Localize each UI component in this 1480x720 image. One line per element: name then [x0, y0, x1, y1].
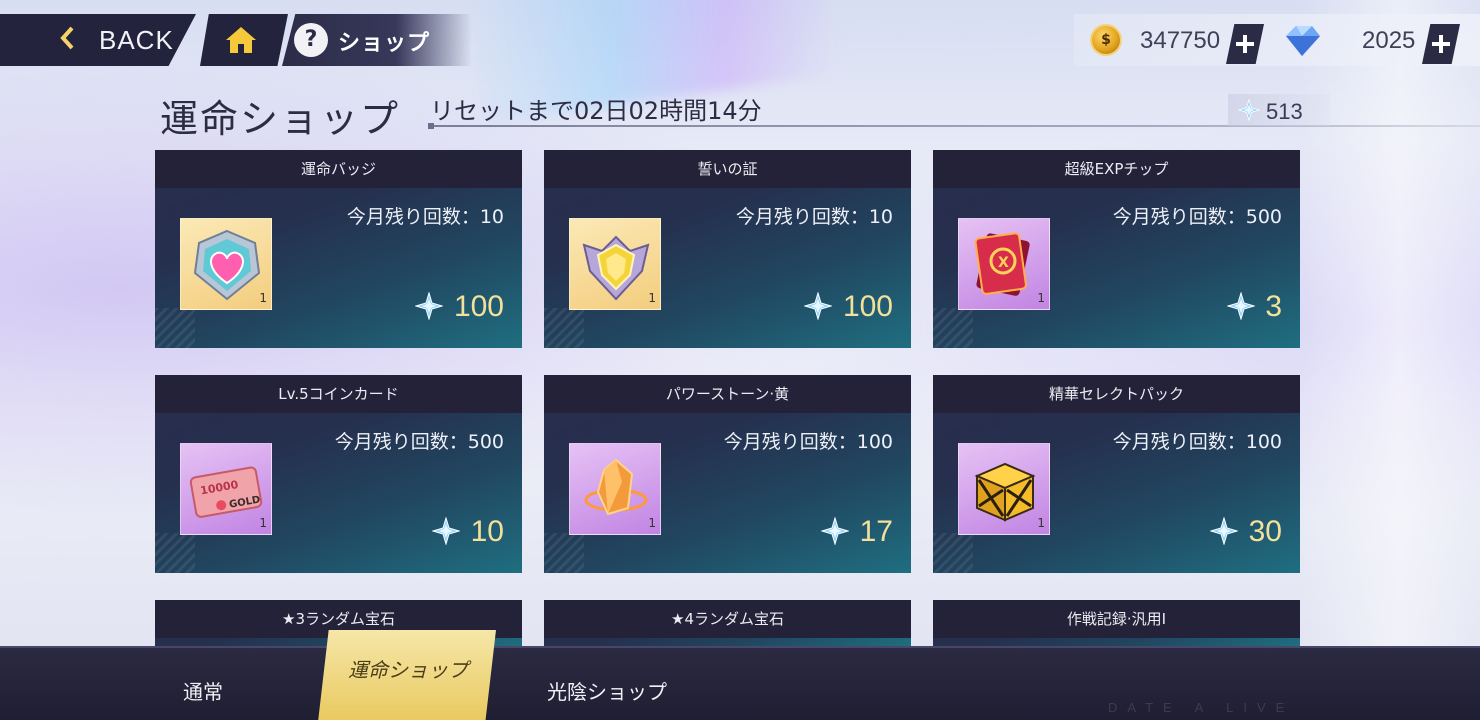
item-price: 17 — [859, 515, 893, 548]
diamond-icon — [1286, 26, 1320, 56]
tab-normal[interactable]: 通常 — [183, 676, 223, 705]
help-icon[interactable]: ? — [294, 23, 328, 57]
top-bar: BACK ? ショップ $ 347750 2025 — [0, 0, 1480, 66]
fate-gem-icon — [804, 292, 832, 320]
coin-value: 347750 — [1140, 27, 1221, 54]
fate-gem-icon — [432, 517, 460, 545]
item-price: 100 — [842, 290, 893, 323]
card-stripe-decor — [933, 533, 973, 573]
fate-gem-icon — [1210, 517, 1238, 545]
shop-item-card[interactable]: 超級EXPチップ X 1 今月残り回数：500 3 — [933, 150, 1300, 348]
gold-coin-card-icon: 10000GOLD — [189, 466, 263, 518]
shop-heading: 運命ショップ — [160, 97, 401, 141]
remaining-count: 今月残り回数：10 — [346, 206, 504, 228]
heading-divider-dot — [428, 123, 434, 129]
fate-gem-icon — [415, 292, 443, 320]
pink-heart-badge-icon — [193, 229, 261, 301]
reset-timer: リセットまで02日02時間14分 — [430, 97, 762, 125]
yellow-shield-badge-icon — [582, 235, 650, 301]
item-icon-box[interactable]: 1 — [569, 218, 661, 310]
red-exp-chip-icon: X — [974, 232, 1030, 296]
item-name: Lv.5コインカード — [155, 375, 522, 413]
item-name: 精華セレクトパック — [933, 375, 1300, 413]
remaining-count: 今月残り回数：10 — [735, 206, 893, 228]
shop-item-card[interactable]: 作戦記録·汎用I — [933, 600, 1300, 646]
item-count: 1 — [648, 516, 656, 530]
watermark: DATE A LIVE — [1108, 700, 1295, 715]
card-stripe-decor — [933, 308, 973, 348]
remaining-count: 今月残り回数：100 — [1112, 431, 1282, 453]
item-price: 100 — [453, 290, 504, 323]
item-count: 1 — [259, 291, 267, 305]
card-stripe-decor — [544, 533, 584, 573]
item-name: パワーストーン·黄 — [544, 375, 911, 413]
item-icon-box[interactable]: 1 — [569, 443, 661, 535]
item-price: 10 — [470, 515, 504, 548]
item-icon-box[interactable]: 10000 GOLD 1 — [180, 443, 272, 535]
svg-text:X: X — [998, 255, 1009, 271]
item-icon-box[interactable]: X1 — [958, 218, 1050, 310]
fate-gem-icon — [1238, 99, 1260, 121]
item-count: 1 — [648, 291, 656, 305]
item-name: 運命バッジ — [155, 150, 522, 188]
item-count: 1 — [1037, 291, 1045, 305]
fate-gem-icon — [821, 517, 849, 545]
item-icon-box[interactable]: 1 — [958, 443, 1050, 535]
card-stripe-decor — [155, 533, 195, 573]
remaining-count: 今月残り回数：500 — [334, 431, 504, 453]
item-count: 1 — [259, 516, 267, 530]
tab-fate-shop-label: 運命ショップ — [348, 658, 468, 682]
shop-item-card[interactable]: 精華セレクトパック 1 今月残り回数：100 30 — [933, 375, 1300, 573]
yellow-power-stone-icon — [584, 458, 648, 516]
gold-select-pack-icon — [974, 462, 1036, 522]
back-label: BACK — [99, 25, 174, 55]
diamond-value: 2025 — [1362, 27, 1416, 54]
item-price: 3 — [1265, 290, 1282, 323]
tab-time-shop[interactable]: 光陰ショップ — [547, 676, 667, 705]
currency-panel — [1074, 14, 1480, 66]
item-count: 1 — [1037, 516, 1045, 530]
fate-gem-icon — [1227, 292, 1255, 320]
card-stripe-decor — [544, 308, 584, 348]
tab-fate-shop[interactable]: 運命ショップ — [318, 630, 496, 720]
item-name: ★4ランダム宝石 — [544, 600, 911, 638]
shop-item-card[interactable]: Lv.5コインカード 10000 GOLD 1 今月残り回数：500 10 — [155, 375, 522, 573]
shop-item-card[interactable]: ★4ランダム宝石 — [544, 600, 911, 646]
item-icon-box[interactable]: 1 — [180, 218, 272, 310]
item-name: 誓いの証 — [544, 150, 911, 188]
remaining-count: 今月残り回数：500 — [1112, 206, 1282, 228]
chevron-left-icon — [60, 26, 74, 50]
shop-item-card[interactable]: パワーストーン·黄 1 今月残り回数：100 17 — [544, 375, 911, 573]
shop-item-card[interactable]: 誓いの証 1 今月残り回数：10 100 — [544, 150, 911, 348]
remaining-count: 今月残り回数：100 — [723, 431, 893, 453]
home-icon — [226, 27, 256, 53]
item-name: 超級EXPチップ — [933, 150, 1300, 188]
item-price: 30 — [1248, 515, 1282, 548]
fate-token-value: 513 — [1266, 99, 1303, 124]
item-name: 作戦記録·汎用I — [933, 600, 1300, 638]
home-button[interactable] — [200, 14, 288, 66]
coin-icon: $ — [1090, 24, 1122, 56]
shop-item-card[interactable]: 運命バッジ 1 今月残り回数：10 100 — [155, 150, 522, 348]
card-stripe-decor — [155, 308, 195, 348]
page-title: ショップ — [338, 31, 431, 56]
back-button[interactable]: BACK — [0, 14, 196, 66]
